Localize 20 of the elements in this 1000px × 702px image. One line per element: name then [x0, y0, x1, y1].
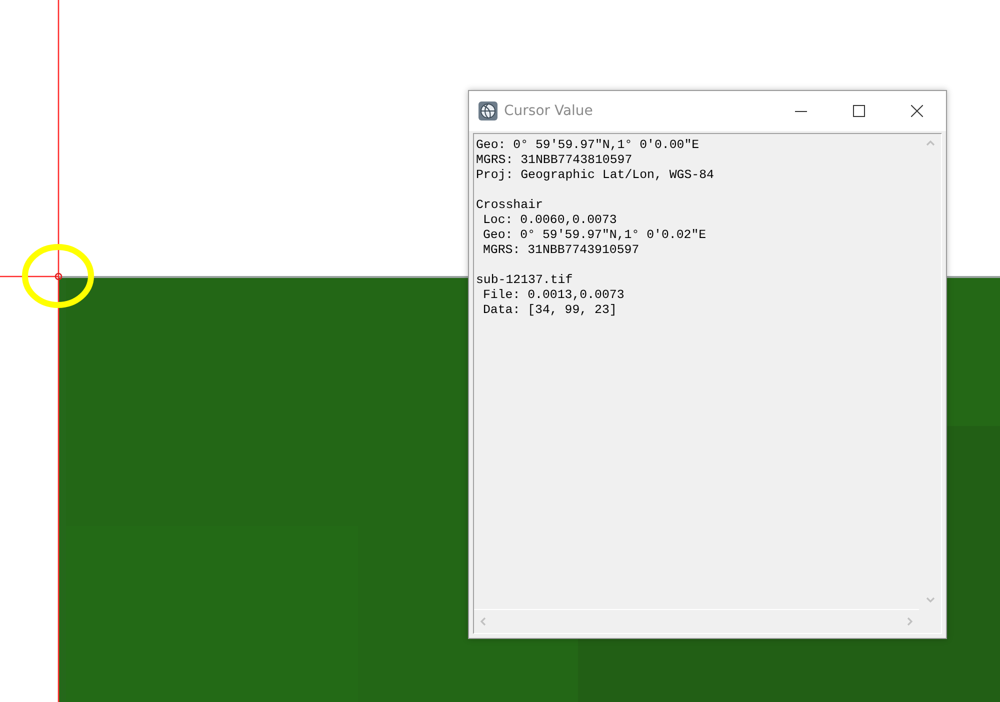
info-line: Geo: 0° 59′59.97″N,1° 0′0.00″E: [476, 138, 700, 153]
info-line: Loc: 0.0060,0.0073: [482, 213, 617, 228]
info-line: MGRS: 31NBB7743910597: [482, 243, 640, 258]
crosshair-icon: [0, 0, 62, 702]
scroll-left-icon[interactable]: [480, 617, 486, 626]
info-line: File: 0.0013,0.0073: [482, 288, 624, 303]
info-line: Proj: Geographic Lat/Lon, WGS-84: [476, 168, 714, 183]
info-line: Geo: 0° 59′59.97″N,1° 0′0.02″E: [482, 228, 706, 243]
scroll-up-icon[interactable]: [926, 140, 934, 146]
info-line: Data: [34, 99, 23]: [482, 303, 617, 318]
section-heading: Crosshair: [476, 198, 543, 213]
section-heading: sub-12137.tif: [476, 273, 573, 288]
highlight-ellipse: [22, 244, 94, 308]
close-icon: [911, 105, 923, 117]
maximize-icon: [853, 105, 865, 117]
info-line: MGRS: 31NBB7743810597: [476, 153, 632, 168]
scroll-down-icon[interactable]: [926, 597, 934, 603]
window-title: Cursor Value: [504, 102, 594, 120]
scroll-right-icon[interactable]: [907, 617, 913, 626]
globe-icon: [478, 101, 498, 121]
